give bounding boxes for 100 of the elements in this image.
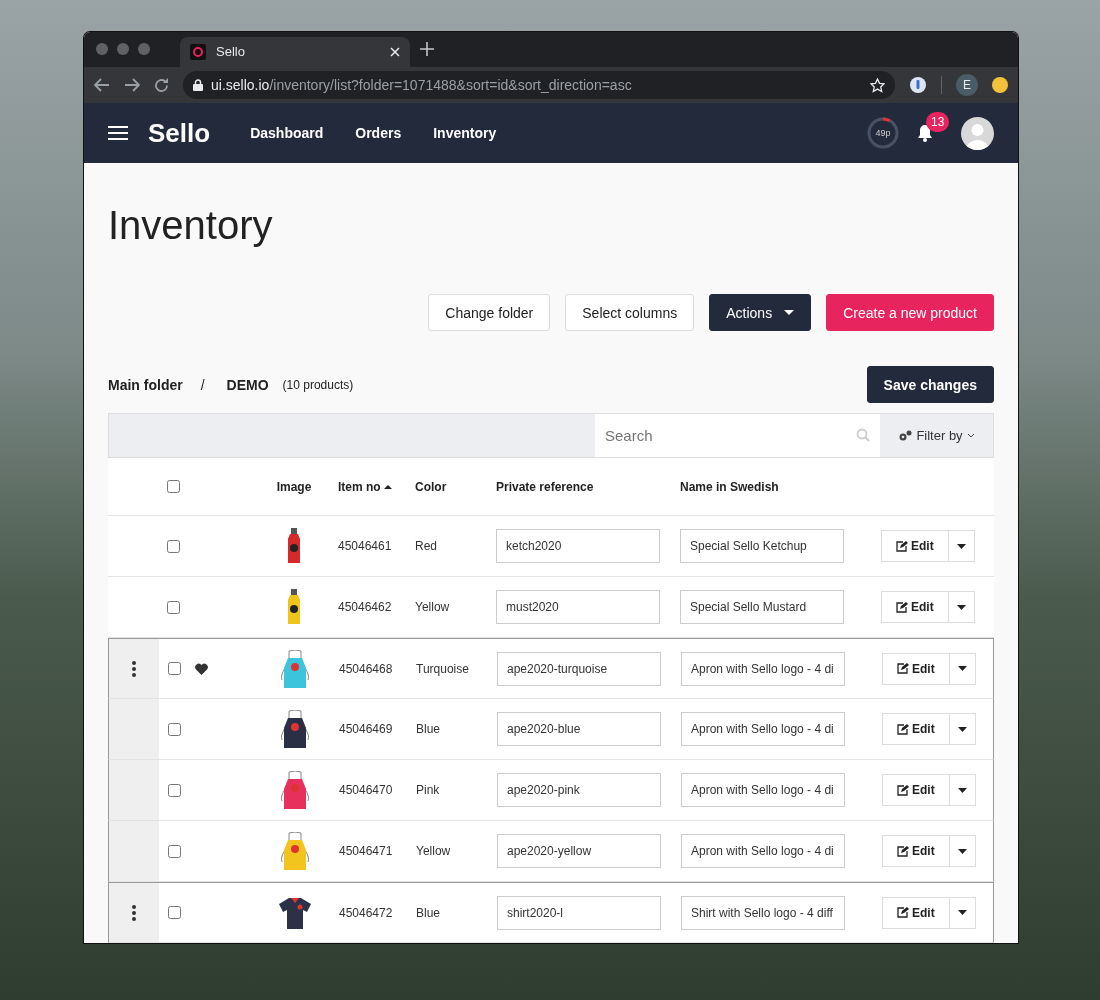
row-checkbox[interactable] <box>167 600 180 614</box>
breadcrumb-separator: / <box>200 376 205 393</box>
more-actions-button[interactable] <box>948 591 975 623</box>
edit-icon <box>896 540 908 552</box>
edit-icon <box>897 723 909 735</box>
bell-icon[interactable] <box>917 124 933 143</box>
caret-icon <box>957 726 967 732</box>
row-checkbox[interactable] <box>168 906 181 919</box>
column-header: Name in Swedish <box>680 479 779 494</box>
column-header: Image <box>276 479 312 494</box>
edit-button[interactable]: Edit <box>881 591 949 623</box>
logo[interactable]: Sello <box>148 117 211 149</box>
color-name: Pink <box>415 783 441 797</box>
row-checkbox[interactable] <box>168 783 181 797</box>
star-icon[interactable] <box>870 77 885 93</box>
toolbar-button[interactable]: Change folder <box>428 294 551 331</box>
update-icon[interactable] <box>992 77 1008 94</box>
edit-button[interactable]: Edit <box>882 835 950 867</box>
private-reference-field[interactable]: ape2020-blue <box>497 712 661 746</box>
breadcrumb-item[interactable]: DEMO <box>226 376 269 393</box>
edit-icon <box>896 601 908 613</box>
swedish-name-field[interactable]: Shirt with Sello logo - 4 diff <box>681 895 845 930</box>
search-field[interactable]: Search <box>595 414 850 457</box>
toolbar-button[interactable]: Actions <box>709 294 812 331</box>
row-checkbox[interactable] <box>167 539 180 553</box>
row-checkbox[interactable] <box>168 844 181 858</box>
edit-button[interactable]: Edit <box>881 530 949 562</box>
close-icon[interactable] <box>390 46 400 57</box>
edit-button[interactable]: Edit <box>882 652 950 685</box>
address-bar[interactable]: ui.sello.io/inventory/list?folder=1071488&sort=id&sort_direction=asc <box>183 71 895 100</box>
more-actions-button[interactable] <box>949 774 976 806</box>
swedish-name-field[interactable]: Special Sello Ketchup <box>680 529 844 563</box>
item-number: 45046472 <box>338 905 394 920</box>
reload-icon[interactable] <box>154 77 169 93</box>
swedish-name-field[interactable]: Apron with Sello logo - 4 di <box>681 712 845 746</box>
edit-icon <box>897 663 909 674</box>
row-checkbox[interactable] <box>168 662 181 675</box>
more-actions-button[interactable] <box>949 896 976 929</box>
swedish-name-field[interactable]: Special Sello Mustard <box>680 590 844 624</box>
more-actions-button[interactable] <box>949 652 976 685</box>
caret-icon <box>957 787 967 793</box>
item-number: 45046471 <box>338 844 394 858</box>
edit-button[interactable]: Edit <box>882 896 950 929</box>
color-name: Yellow <box>415 844 452 858</box>
browser-tab[interactable]: Sello <box>180 36 410 67</box>
breadcrumb-item[interactable]: Main folder <box>108 376 183 393</box>
select-all-checkbox[interactable] <box>167 480 180 493</box>
private-reference-field[interactable]: shirt2020-l <box>497 895 661 930</box>
private-reference-field[interactable]: must2020 <box>496 590 660 624</box>
swedish-name-field[interactable]: Apron with Sello logo - 4 di <box>681 773 845 807</box>
toolbar-button[interactable]: Select columns <box>565 294 695 331</box>
maximize-window-button[interactable] <box>138 43 150 56</box>
edit-button[interactable]: Edit <box>882 713 950 745</box>
url-text: ui.sello.io/inventory/list?folder=1071488&sort=id&sort_direction=asc <box>211 77 632 94</box>
private-reference-field[interactable]: ape2020-turquoise <box>497 651 661 686</box>
extension-icon[interactable] <box>909 76 927 95</box>
tab-title: Sello <box>216 44 246 60</box>
nav-link[interactable]: Orders <box>339 125 418 142</box>
edit-button[interactable]: Edit <box>882 774 950 806</box>
column-header[interactable]: Item no <box>338 479 381 494</box>
edit-icon <box>897 845 909 857</box>
private-reference-field[interactable]: ape2020-yellow <box>497 834 661 868</box>
save-button[interactable]: Save changes <box>866 366 994 403</box>
private-reference-field[interactable]: ape2020-pink <box>497 773 661 807</box>
forward-icon[interactable] <box>124 78 140 93</box>
close-window-button[interactable] <box>96 43 108 56</box>
more-actions-button[interactable] <box>949 713 976 745</box>
private-reference-field[interactable]: ketch2020 <box>496 529 660 563</box>
notification-badge: 13 <box>926 112 950 133</box>
drag-handle-icon[interactable] <box>132 660 136 677</box>
item-number: 45046468 <box>338 661 394 676</box>
column-header: Color <box>415 479 447 494</box>
row-checkbox[interactable] <box>168 722 181 736</box>
color-name: Blue <box>415 722 442 736</box>
color-name: Red <box>414 539 438 553</box>
swedish-name-field[interactable]: Apron with Sello logo - 4 di <box>681 651 845 686</box>
gears-icon <box>898 429 913 442</box>
drag-handle-icon[interactable] <box>132 904 136 921</box>
edit-icon <box>897 784 909 796</box>
profile-button[interactable]: E <box>956 74 978 97</box>
favicon-icon <box>190 43 206 60</box>
more-actions-button[interactable] <box>949 835 976 867</box>
color-name: Yellow <box>414 600 451 614</box>
caret-icon <box>956 543 966 549</box>
heart-icon[interactable] <box>195 662 208 675</box>
nav-link[interactable]: Inventory <box>417 125 513 142</box>
color-name: Turquoise <box>415 661 470 676</box>
swedish-name-field[interactable]: Apron with Sello logo - 4 di <box>681 834 845 868</box>
item-number: 45046469 <box>338 722 394 736</box>
avatar[interactable] <box>961 116 994 150</box>
toolbar-button[interactable]: Create a new product <box>826 294 994 331</box>
usage-meter[interactable]: 49p <box>867 117 899 150</box>
minimize-window-button[interactable] <box>117 43 129 56</box>
menu-icon[interactable] <box>108 126 128 141</box>
nav-link[interactable]: Dashboard <box>234 125 340 142</box>
more-actions-button[interactable] <box>948 530 975 562</box>
chevron-down-icon <box>966 433 975 438</box>
new-tab-icon[interactable] <box>420 42 434 57</box>
back-icon[interactable] <box>94 78 110 93</box>
product-count: (10 products) <box>282 377 354 392</box>
